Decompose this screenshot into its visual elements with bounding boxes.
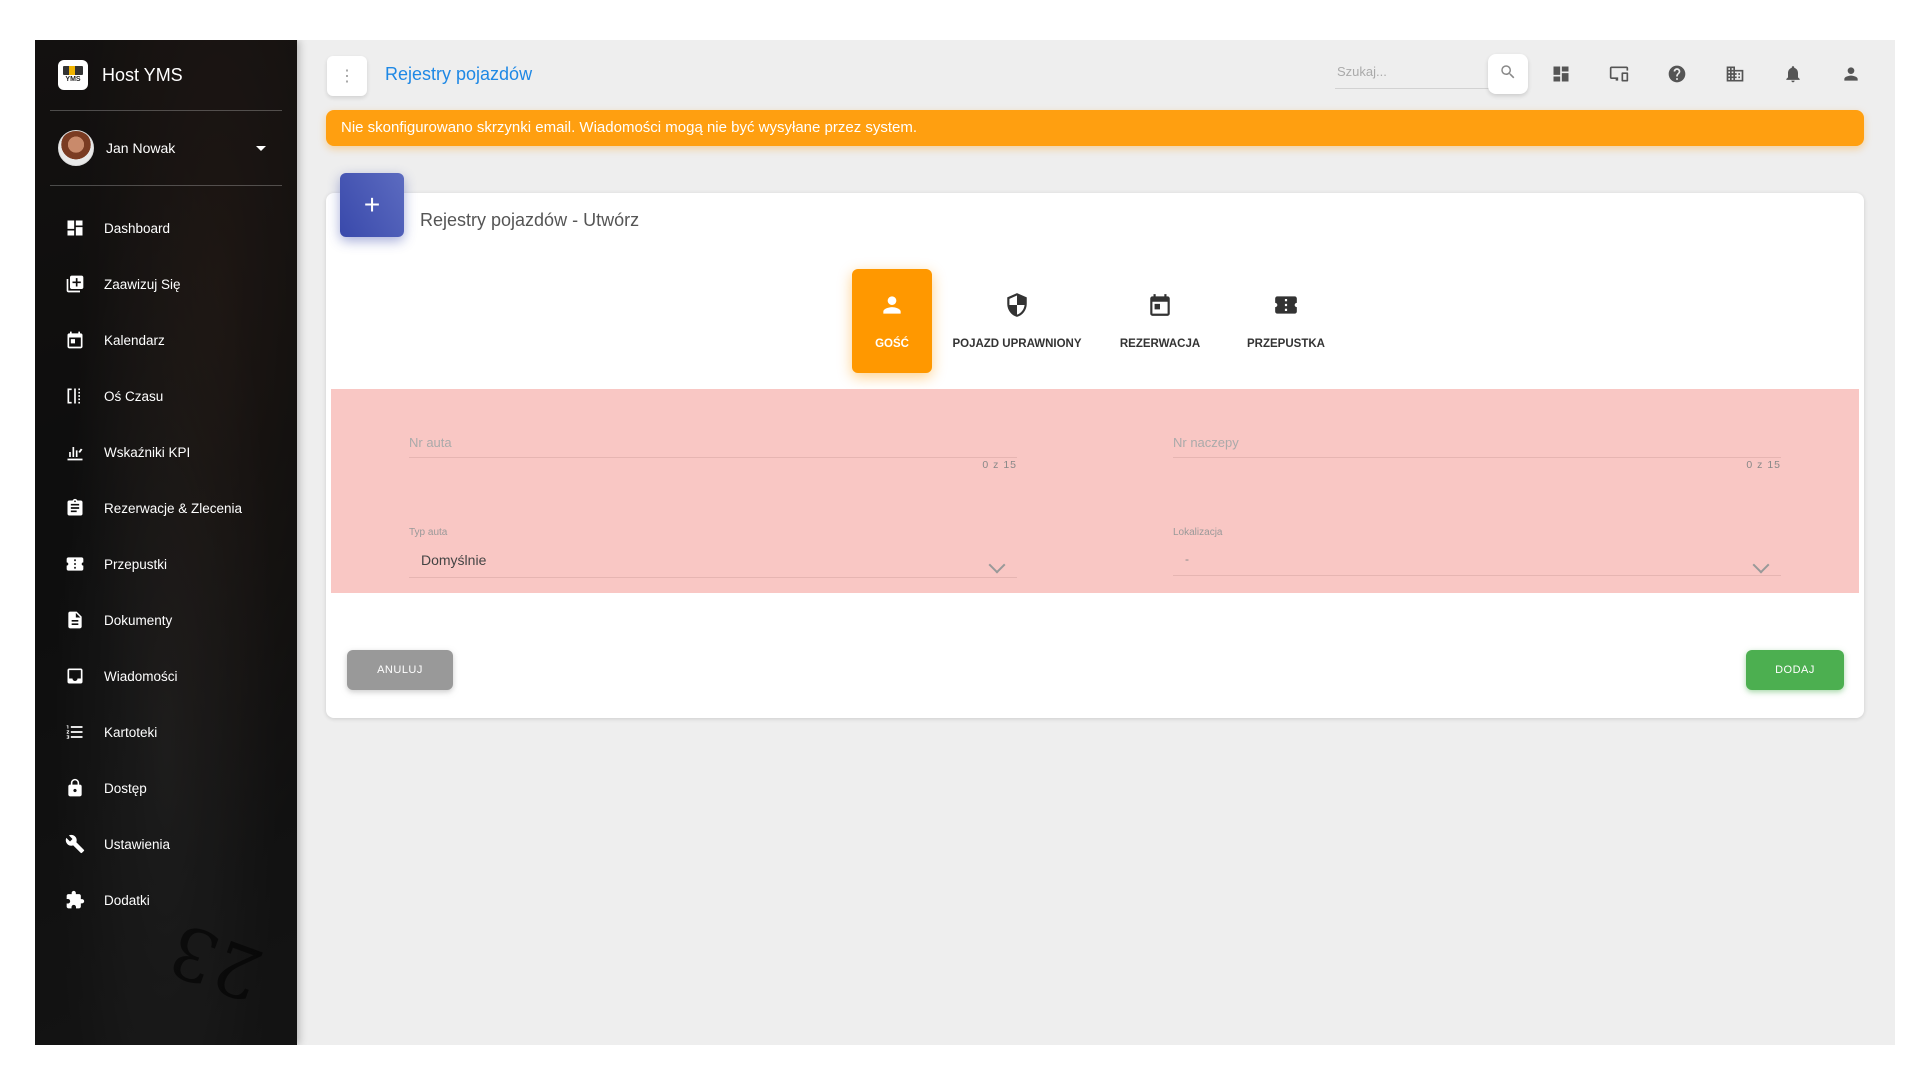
puzzle-icon [64, 889, 86, 911]
trailer-number-field[interactable]: Nr naczepy 0 z 15 [1173, 435, 1781, 471]
sidebar-item-label: Kalendarz [104, 332, 165, 348]
timeline-icon [64, 385, 86, 407]
sidebar-item-ustawienia[interactable]: Ustawienia [50, 816, 282, 872]
input-underline [409, 456, 1017, 458]
document-icon [64, 609, 86, 631]
search-button[interactable] [1488, 54, 1528, 94]
dashboard-icon[interactable] [1546, 59, 1576, 89]
ticket-icon [64, 553, 86, 575]
tab-przepustka[interactable]: PRZEPUSTKA [1226, 269, 1346, 373]
caret-down-icon [256, 145, 266, 151]
tab-label: REZERWACJA [1119, 338, 1201, 350]
sidebar-item-label: Dostęp [104, 780, 147, 796]
car-number-field[interactable]: Nr auta 0 z 15 [409, 435, 1017, 471]
clipboard-icon [64, 497, 86, 519]
sidebar-item-label: Dokumenty [104, 612, 173, 628]
logo-text: YMS [65, 76, 81, 83]
sidebar-item-os-czasu[interactable]: Oś Czasu [50, 368, 282, 424]
sidebar-item-kpi[interactable]: Wskaźniki KPI [50, 424, 282, 480]
sidebar-item-label: Wiadomości [104, 668, 178, 684]
type-tabs: GOŚĆ POJAZD UPRAWNIONY REZERWACJA PRZEPU… [852, 269, 1346, 373]
sidebar-item-zaawizuj[interactable]: Zaawizuj Się [50, 256, 282, 312]
sidebar-item-dashboard[interactable]: Dashboard [50, 200, 282, 256]
tab-gosc[interactable]: GOŚĆ [852, 269, 932, 373]
add-button[interactable]: DODAJ [1746, 650, 1844, 690]
sidebar-item-label: Zaawizuj Się [104, 276, 181, 292]
sidebar-item-label: Kartoteki [104, 724, 158, 740]
brand[interactable]: YMS Host YMS [50, 40, 282, 111]
list-icon [64, 721, 86, 743]
car-type-select[interactable]: Typ auta Domyślnie [409, 527, 1017, 578]
tab-label: PRZEPUSTKA [1247, 338, 1325, 350]
location-select[interactable]: Lokalizacja - [1173, 527, 1781, 576]
sidebar-item-label: Wskaźniki KPI [104, 444, 191, 460]
account-icon[interactable] [1836, 59, 1866, 89]
sidebar-item-kartoteki[interactable]: Kartoteki [50, 704, 282, 760]
card-title: Rejestry pojazdów - Utwórz [420, 210, 640, 230]
search-input[interactable] [1335, 54, 1489, 89]
sidebar-item-przepustki[interactable]: Przepustki [50, 536, 282, 592]
sidebar-item-dostep[interactable]: Dostęp [50, 760, 282, 816]
lock-icon [64, 777, 86, 799]
tab-label: GOŚĆ [875, 338, 909, 350]
ticket-icon [1275, 296, 1297, 314]
guest-form: Nr auta 0 z 15 Nr naczepy 0 z 15 Typ aut… [331, 389, 1859, 593]
sidebar-item-label: Ustawienia [104, 836, 171, 852]
car-number-label: Nr auta [409, 435, 452, 450]
location-value: - [1185, 552, 1189, 566]
wrench-icon [64, 833, 86, 855]
avatar [58, 130, 94, 166]
add-icon: + [340, 173, 404, 237]
help-icon[interactable] [1662, 59, 1692, 89]
app-frame: YMS Host YMS Jan Nowak Dashboard Zaawizu… [35, 40, 1895, 1045]
notifications-icon[interactable] [1778, 59, 1808, 89]
cancel-button[interactable]: ANULUJ [347, 650, 453, 690]
sidebar-item-kalendarz[interactable]: Kalendarz [50, 312, 282, 368]
location-label: Lokalizacja [1173, 527, 1223, 538]
sidebar-item-label: Oś Czasu [104, 388, 164, 404]
select-underline [409, 576, 1017, 578]
inbox-icon [64, 665, 86, 687]
logo-icon: YMS [58, 60, 88, 90]
more-vert-icon: ⋮ [339, 68, 355, 85]
sidebar-item-wiadomosci[interactable]: Wiadomości [50, 648, 282, 704]
trailer-number-label: Nr naczepy [1173, 435, 1239, 450]
sidebar-item-rezerwacje[interactable]: Rezerwacje & Zlecenia [50, 480, 282, 536]
person-icon [883, 296, 901, 314]
sidebar-nav: Dashboard Zaawizuj Się Kalendarz Oś Czas… [35, 200, 297, 928]
email-warning-alert: Nie skonfigurowano skrzynki email. Wiado… [326, 110, 1864, 146]
shield-icon [1007, 293, 1027, 317]
car-number-counter: 0 z 15 [982, 459, 1017, 471]
calendar-icon [64, 329, 86, 351]
tab-pojazd-uprawniony[interactable]: POJAZD UPRAWNIONY [940, 269, 1094, 373]
monitor-icon[interactable] [1604, 59, 1634, 89]
building-icon[interactable] [1720, 59, 1750, 89]
calendar-icon [1150, 294, 1170, 316]
trailer-number-counter: 0 z 15 [1746, 459, 1781, 471]
search-icon [1499, 63, 1517, 86]
sidebar-item-label: Dashboard [104, 220, 171, 236]
create-form-card: + Rejestry pojazdów - Utwórz GOŚĆ POJAZD… [326, 173, 1864, 718]
sidebar-item-label: Dodatki [104, 892, 150, 908]
car-type-value: Domyślnie [421, 552, 487, 568]
page-title[interactable]: Rejestry pojazdów [385, 64, 532, 85]
sidebar-item-label: Przepustki [104, 556, 168, 572]
sidebar-item-dokumenty[interactable]: Dokumenty [50, 592, 282, 648]
user-name: Jan Nowak [106, 140, 176, 156]
sidebar-item-dodatki[interactable]: Dodatki [50, 872, 282, 928]
sidebar-item-label: Rezerwacje & Zlecenia [104, 500, 243, 516]
select-underline [1173, 574, 1781, 576]
tab-label: POJAZD UPRAWNIONY [952, 338, 1082, 350]
tab-rezerwacja[interactable]: REZERWACJA [1094, 269, 1226, 373]
sidebar: YMS Host YMS Jan Nowak Dashboard Zaawizu… [35, 40, 297, 1045]
kpi-chart-icon [64, 441, 86, 463]
user-menu[interactable]: Jan Nowak [50, 111, 282, 186]
app-name: Host YMS [102, 64, 183, 85]
dashboard-icon [64, 217, 86, 239]
input-underline [1173, 456, 1781, 458]
add-box-icon [64, 273, 86, 295]
car-type-label: Typ auta [409, 527, 448, 538]
menu-toggle-button[interactable]: ⋮ [327, 56, 367, 96]
